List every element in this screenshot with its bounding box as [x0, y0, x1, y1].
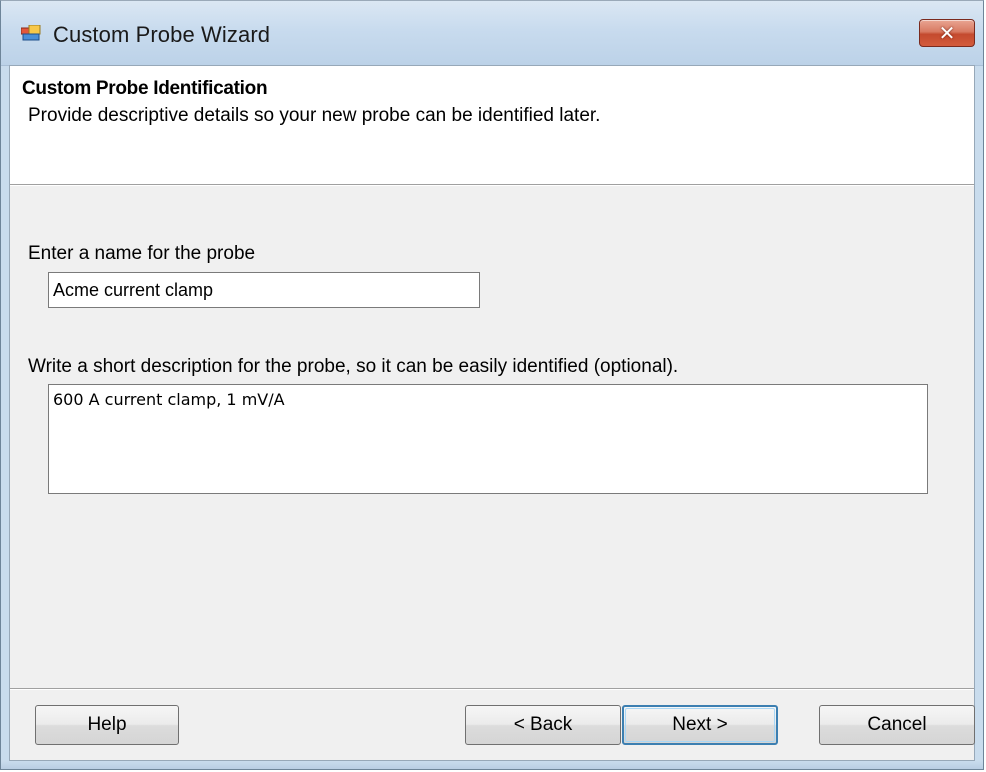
wizard-client-area: Custom Probe Identification Provide desc…	[9, 65, 975, 761]
probe-description-label: Write a short description for the probe,…	[28, 356, 679, 377]
wizard-window: Custom Probe Wizard ✕ Custom Probe Ident…	[0, 0, 984, 770]
title-bar[interactable]: Custom Probe Wizard ✕	[1, 1, 983, 66]
help-button[interactable]: Help	[35, 705, 179, 745]
back-button[interactable]: < Back	[465, 705, 621, 745]
probe-name-label: Enter a name for the probe	[28, 243, 256, 264]
next-button[interactable]: Next >	[622, 705, 778, 745]
page-title: Custom Probe Identification	[22, 78, 268, 99]
window-title: Custom Probe Wizard	[53, 22, 271, 47]
window-bottom-frame	[1, 761, 983, 769]
footer-divider-highlight	[10, 689, 974, 690]
probe-description-input[interactable]: 600 A current clamp, 1 mV/A	[48, 384, 928, 494]
probe-name-input[interactable]	[48, 272, 480, 308]
close-icon: ✕	[938, 21, 956, 45]
close-button[interactable]: ✕	[919, 19, 975, 47]
probe-window-icon	[21, 25, 41, 41]
page-subtitle: Provide descriptive details so your new …	[28, 105, 601, 126]
cancel-button[interactable]: Cancel	[819, 705, 975, 745]
wizard-header-panel: Custom Probe Identification Provide desc…	[10, 66, 974, 186]
